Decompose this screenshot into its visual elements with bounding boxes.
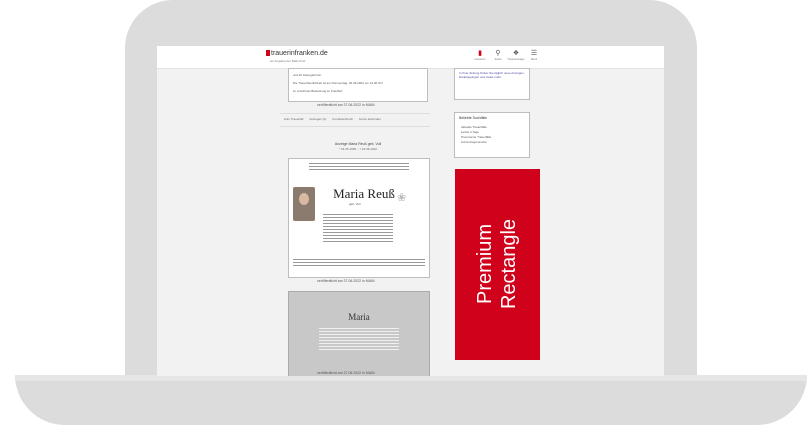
action-anzeigen[interactable]: Anzeigen (2) (309, 117, 326, 121)
premium-rectangle-ad[interactable]: Premium Rectangle (455, 169, 540, 360)
published-info: veröffentlicht am 27.06.2022 in MAIN (317, 279, 375, 283)
sidebar-info-box: In Ihrer Zeitung finden Sie täglich neue… (454, 68, 530, 100)
nav-label: Inserieren (474, 58, 486, 61)
candle-icon: ❖ (512, 50, 520, 57)
sidebar-link[interactable]: In Ihrer Zeitung finden Sie täglich neue… (459, 71, 527, 79)
deceased-name: Maria Reuß (333, 186, 395, 201)
obituary-card[interactable]: Maria Reuß geb. Voll ❀ (288, 158, 430, 278)
nav-traueranzeigen[interactable]: ❖ Traueranzeigen (507, 49, 525, 61)
action-kondolenzbuch[interactable]: Kondolenzbuch (332, 117, 353, 121)
announcement-card-previous: und Ihr Dazugehören. Die Trauerfeierlich… (288, 68, 428, 102)
announcement-dates: * 01.05.1935 – † 24.06.2022 (339, 147, 377, 151)
nav-menu[interactable]: ☰ Menü (528, 49, 540, 61)
menu-icon: ☰ (530, 50, 538, 57)
action-kerze[interactable]: Kerze anzünden (359, 117, 381, 121)
card-text: und Ihr Dazugehören. (293, 73, 323, 77)
logo-text: trauerinfranken.de (271, 50, 328, 57)
deceased-photo (293, 187, 315, 221)
search-icon: ⚲ (495, 50, 501, 57)
divider (280, 126, 430, 127)
card-text: im Anschluss Beisetzung im Friedhof. (293, 89, 343, 93)
maiden-name: geb. Voll (349, 202, 361, 206)
obituary-card-second[interactable]: Maria (288, 291, 430, 376)
site-header: trauerinfranken.de ein Angebot der Main-… (157, 46, 664, 69)
sidebar-search-item[interactable]: Auf Anzeigensuche (461, 140, 491, 145)
action-trauerfall[interactable]: Zum Trauerfall (284, 117, 303, 121)
ad-label-line1: Premium (474, 224, 496, 305)
card-text: Die Trauerfeierlichkeit ist am Donnersta… (293, 81, 383, 85)
deceased-first-name: Maria (348, 312, 370, 322)
divider (280, 113, 430, 114)
browser-screen: trauerinfranken.de ein Angebot der Main-… (157, 46, 664, 376)
nav-inserieren[interactable]: ▮ Inserieren (474, 49, 486, 61)
bookmark-icon: ▮ (478, 50, 482, 57)
nav-label: Suche (494, 58, 502, 61)
announcement-title: Anzeige Maria Reuß geb. Voll (334, 142, 382, 146)
sidebar-popular-searches: Beliebte Suchfälle Aktuelle Trauerfälle … (454, 112, 530, 158)
logo-mark-icon (266, 50, 270, 57)
nav-label: Menü (530, 58, 538, 61)
ad-label-line2: Rectangle (498, 218, 520, 310)
nav-label: Traueranzeigen (507, 58, 525, 61)
sidebar-box-title: Beliebte Suchfälle (459, 116, 488, 120)
logo-subtitle: ein Angebot der Main-Post (270, 59, 306, 63)
laptop-base (15, 375, 807, 425)
site-logo[interactable]: trauerinfranken.de (266, 50, 328, 57)
dove-icon: ❀ (397, 192, 407, 204)
ad-label: Premium Rectangle (473, 219, 521, 309)
header-nav: ▮ Inserieren ⚲ Suche ❖ Traueranzeigen ☰ Menü (474, 49, 540, 61)
published-info: veröffentlicht am 27.06.2022 in MAIN (317, 371, 375, 375)
published-info: veröffentlicht am 27.06.2022 in MAIN (317, 103, 375, 107)
mourners-text (323, 214, 393, 244)
action-bar: Zum Trauerfall Anzeigen (2) Kondolenzbuc… (284, 117, 434, 121)
nav-search[interactable]: ⚲ Suche (492, 49, 504, 61)
